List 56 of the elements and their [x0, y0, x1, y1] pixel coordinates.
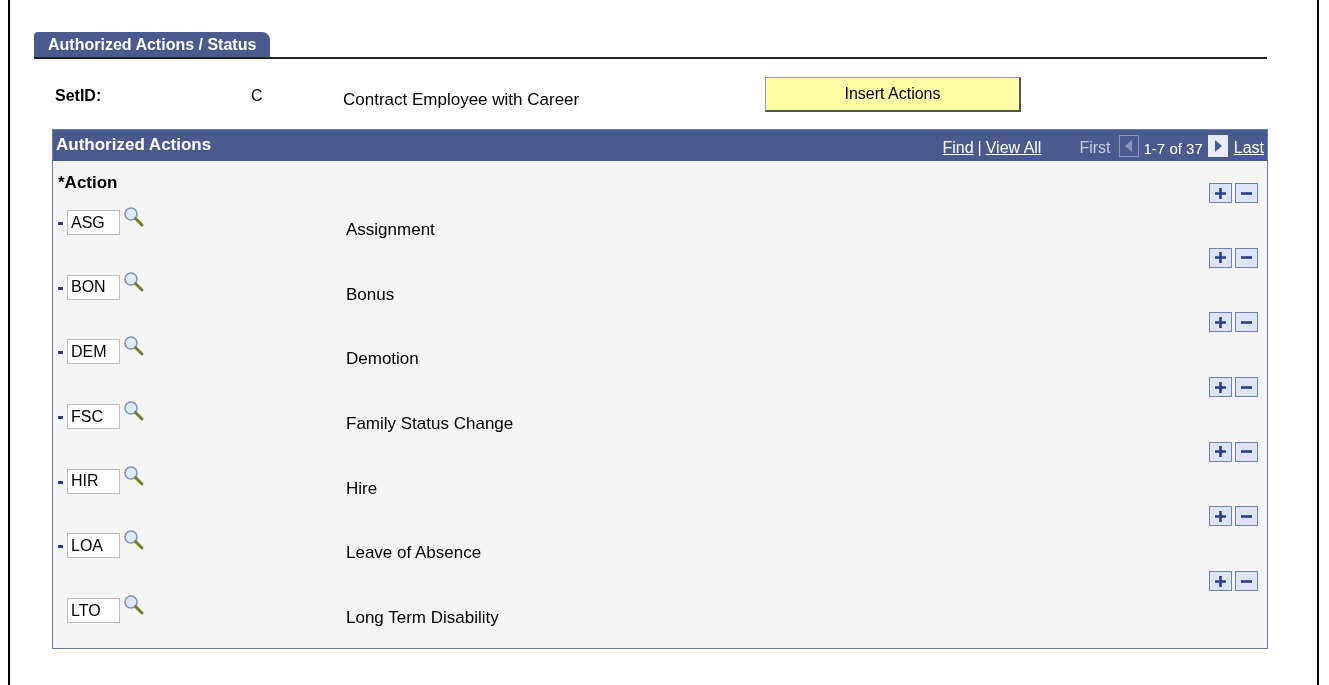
action-description: Hire	[346, 477, 378, 500]
action-code-field[interactable]: DEM	[67, 339, 120, 365]
plus-icon	[1214, 574, 1227, 588]
view-all-link[interactable]: View All	[985, 136, 1042, 160]
plus-icon	[1214, 251, 1227, 265]
search-icon[interactable]	[123, 464, 145, 487]
setid-label: SetID:	[55, 86, 103, 106]
action-code-field[interactable]: FSC	[67, 404, 120, 430]
next-icon[interactable]	[1207, 135, 1228, 157]
plus-icon	[1214, 186, 1227, 200]
action-description: Long Term Disability	[346, 607, 499, 630]
action-code-field[interactable]: HIR	[67, 468, 120, 494]
delete-row-button[interactable]	[1235, 312, 1258, 333]
add-row-button[interactable]	[1209, 377, 1232, 398]
action-code-field[interactable]: ASG	[67, 210, 120, 235]
action-description: Assignment	[346, 219, 435, 241]
add-row-button[interactable]	[1209, 441, 1232, 462]
action-code-field[interactable]: LOA	[67, 533, 120, 559]
setid-value: C	[251, 86, 264, 106]
grid-title: Authorized Actions	[56, 133, 213, 156]
add-row-button[interactable]	[1209, 247, 1232, 268]
plus-icon	[1214, 380, 1227, 394]
add-row-button[interactable]	[1209, 312, 1232, 333]
action-description: Demotion	[346, 348, 419, 371]
search-icon[interactable]	[123, 206, 145, 228]
last-link[interactable]: Last	[1233, 136, 1264, 160]
delete-row-button[interactable]	[1235, 183, 1258, 203]
add-row-button[interactable]	[1209, 183, 1232, 203]
setid-description: Contract Employee with Career	[343, 89, 581, 112]
delete-row-button[interactable]	[1235, 506, 1258, 527]
action-description: Leave of Absence	[346, 542, 482, 565]
separator: |	[977, 138, 982, 158]
column-header: *Action	[58, 172, 118, 194]
insert-actions-button[interactable]: Insert Actions	[765, 76, 1021, 112]
plus-icon	[1214, 509, 1227, 523]
find-link[interactable]: Find	[942, 136, 974, 160]
search-icon[interactable]	[123, 594, 145, 617]
first-label: First	[1079, 138, 1111, 158]
search-icon[interactable]	[123, 529, 145, 552]
delete-row-button[interactable]	[1235, 247, 1258, 268]
tab[interactable]: Authorized Actions / Status	[34, 32, 271, 57]
action-code-field[interactable]: LTO	[67, 598, 120, 624]
delete-row-button[interactable]	[1235, 377, 1258, 398]
action-code-field[interactable]: BON	[67, 274, 120, 300]
plus-icon	[1214, 315, 1227, 329]
search-icon[interactable]	[123, 400, 145, 423]
delete-row-button[interactable]	[1235, 441, 1258, 462]
action-description: Bonus	[346, 283, 395, 306]
search-icon[interactable]	[123, 270, 145, 293]
action-description: Family Status Change	[346, 413, 514, 436]
delete-row-button[interactable]	[1235, 571, 1258, 592]
add-row-button[interactable]	[1209, 506, 1232, 527]
plus-icon	[1214, 445, 1227, 459]
search-icon[interactable]	[123, 335, 145, 358]
range-text: 1-7 of 37	[1143, 138, 1203, 159]
add-row-button[interactable]	[1209, 571, 1232, 592]
